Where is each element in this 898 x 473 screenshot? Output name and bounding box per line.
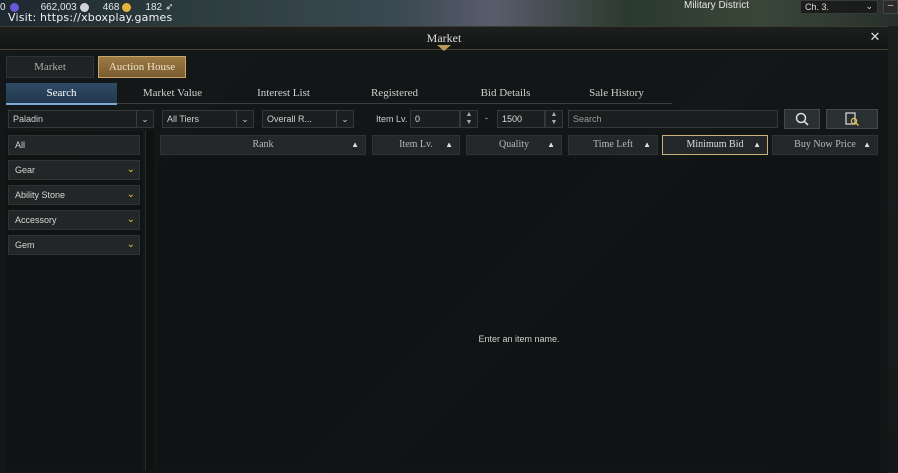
category-all[interactable]: All <box>8 135 140 155</box>
tab-search[interactable]: Search <box>6 83 117 105</box>
item-level-max-input[interactable]: 1500 <box>497 110 545 128</box>
column-buy-now-price[interactable]: Buy Now Price ▲ <box>772 135 878 155</box>
item-level-max-stepper[interactable]: ▲ ▼ <box>545 110 563 128</box>
close-button[interactable]: ✕ <box>868 30 882 44</box>
main-tabs: Market Auction House <box>6 56 186 78</box>
chevron-down-icon: ⌄ <box>236 111 253 127</box>
column-time-left[interactable]: Time Left ▲ <box>568 135 658 155</box>
chevron-down-icon: ⌄ <box>136 111 153 127</box>
tab-auction-house[interactable]: Auction House <box>98 56 186 78</box>
chevron-down-icon: ⌄ <box>336 111 353 127</box>
sort-arrow-icon: ▲ <box>753 140 761 149</box>
item-level-min-stepper[interactable]: ▲ ▼ <box>460 110 478 128</box>
tab-market[interactable]: Market <box>6 56 94 78</box>
class-select[interactable]: Paladin ⌄ <box>8 110 154 128</box>
category-gear[interactable]: Gear ⌄ <box>8 160 140 180</box>
chevron-down-icon: ⌄ <box>126 189 135 200</box>
district-label: Military District <box>684 0 749 11</box>
sub-tabs: Search Market Value Interest List Regist… <box>6 83 672 105</box>
minimize-button[interactable]: – <box>883 0 898 14</box>
channel-select[interactable]: Ch. 3. ⌄ <box>800 0 878 14</box>
empty-message: Enter an item name. <box>478 334 560 344</box>
chevron-down-icon: ⌄ <box>865 1 873 11</box>
sort-arrow-icon: ▲ <box>863 140 871 149</box>
column-quality[interactable]: Quality ▲ <box>466 135 562 155</box>
category-accessory[interactable]: Accessory ⌄ <box>8 210 140 230</box>
category-ability-stone[interactable]: Ability Stone ⌄ <box>8 185 140 205</box>
sort-arrow-icon: ▲ <box>445 140 453 149</box>
chevron-down-icon: ⌄ <box>126 214 135 225</box>
market-window: Market ✕ Market Auction House Search Mar… <box>0 26 888 473</box>
detailed-search-button[interactable] <box>826 109 878 129</box>
column-item-level[interactable]: Item Lv. ▲ <box>372 135 460 155</box>
sort-arrow-icon: ▲ <box>547 140 555 149</box>
search-icon <box>795 112 809 126</box>
lead-digit: 0 <box>0 1 6 13</box>
search-input[interactable]: Search <box>568 110 778 128</box>
window-titlebar: Market ✕ <box>0 27 888 51</box>
sort-arrow-icon: ▲ <box>351 140 359 149</box>
item-level-label: Item Lv. <box>376 114 408 124</box>
chevron-down-icon: ⌄ <box>126 164 135 175</box>
column-minimum-bid[interactable]: Minimum Bid ▲ <box>662 135 768 155</box>
tab-bid-details[interactable]: Bid Details <box>450 83 561 104</box>
category-panel <box>6 131 142 471</box>
tab-registered[interactable]: Registered <box>339 83 450 104</box>
tab-interest-list[interactable]: Interest List <box>228 83 339 104</box>
item-level-min-input[interactable]: 0 <box>410 110 460 128</box>
search-button[interactable] <box>784 109 820 129</box>
detail-search-icon <box>845 112 859 126</box>
ornament-icon <box>437 45 451 51</box>
results-table <box>158 157 880 471</box>
tab-market-value[interactable]: Market Value <box>117 83 228 104</box>
chevron-down-icon: ⌄ <box>126 239 135 250</box>
range-dash: - <box>485 113 488 123</box>
sort-select[interactable]: Overall R... ⌄ <box>262 110 354 128</box>
tab-sale-history[interactable]: Sale History <box>561 83 672 104</box>
sort-arrow-icon: ▲ <box>643 140 651 149</box>
tier-select[interactable]: All Tiers ⌄ <box>162 110 254 128</box>
window-title: Market <box>426 31 462 45</box>
category-gem[interactable]: Gem ⌄ <box>8 235 140 255</box>
category-scrollbar[interactable] <box>145 131 154 471</box>
watermark: Visit: https://xboxplay.games <box>8 11 173 24</box>
column-rank[interactable]: Rank ▲ <box>160 135 366 155</box>
